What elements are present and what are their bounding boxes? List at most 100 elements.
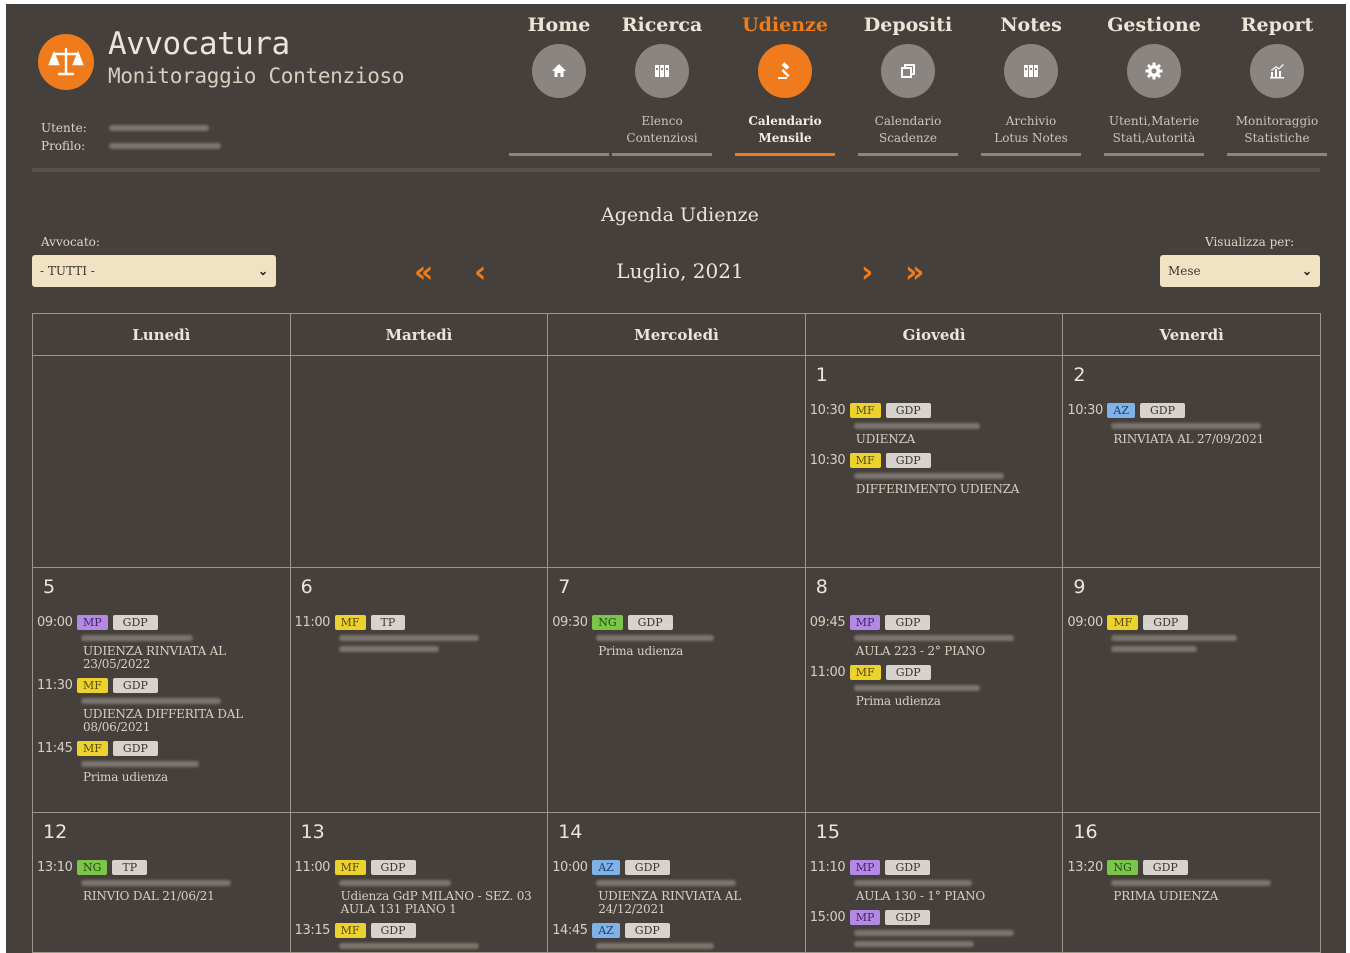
calendar-day[interactable]: 5 09:00 MP GDP UDIENZA RINVIATA AL 23/05/202… — [33, 568, 290, 812]
hearing-event[interactable]: 15:00 MP GDP — [810, 909, 1059, 947]
binders-icon[interactable] — [1004, 44, 1058, 98]
calendar-day[interactable]: 13 11:00 MF GDP Udienza GdP MILANO - SEZ. 03… — [289, 813, 548, 952]
nav-underline — [735, 153, 835, 156]
nav-label: Report — [1240, 14, 1314, 36]
calendar-day[interactable]: 1 10:30 MF GDP UDIENZA 10:30 MF GDP DIFFERIMENTO… — [804, 356, 1063, 567]
day-number: 6 — [300, 576, 313, 598]
nav-sublabel[interactable]: Calendario Mensile — [729, 113, 841, 147]
event-tag-badge: MP — [849, 909, 881, 925]
day-number: 16 — [1073, 821, 1098, 843]
hearing-event[interactable]: 11:30 MF GDP UDIENZA DIFFERITA DAL 08/06/20… — [37, 677, 286, 734]
day-number: 13 — [300, 821, 325, 843]
event-detail-redacted — [338, 646, 439, 652]
hearing-event[interactable]: 11:10 MP GDP AULA 130 - 1° PIANO — [810, 859, 1059, 903]
event-time: 15:00 — [809, 909, 846, 925]
home-icon[interactable] — [532, 44, 586, 98]
event-time: 13:10 — [37, 859, 73, 875]
lawyer-select[interactable]: - TUTTI - ⌄ — [32, 255, 276, 287]
event-party-redacted — [853, 423, 980, 429]
hearing-event[interactable]: 11:00 MF GDP Udienza GdP MILANO - SEZ. 03 A… — [295, 859, 544, 916]
hearing-event[interactable]: 10:00 AZ GDP UDIENZA RINVIATA AL 24/12/2021 — [552, 859, 801, 916]
event-tag-badge: MF — [849, 402, 881, 418]
event-list: 10:30 AZ GDP RINVIATA AL 27/09/2021 — [1067, 402, 1316, 452]
view-select[interactable]: Mese ⌄ — [1160, 255, 1320, 287]
calendar-day[interactable]: 14 10:00 AZ GDP UDIENZA RINVIATA AL 24/12/20… — [547, 813, 805, 952]
next-year-button[interactable]: » — [905, 258, 924, 288]
nav-label: Depositi — [863, 14, 953, 36]
weekday-header: Martedì — [289, 314, 548, 355]
nav-sublabel-line2: Stati,Autorità — [1112, 131, 1196, 145]
nav-label: Gestione — [1107, 14, 1201, 36]
calendar-day[interactable]: 2 10:30 AZ GDP RINVIATA AL 27/09/2021 — [1062, 356, 1320, 567]
event-party-redacted — [81, 635, 193, 641]
hearing-event[interactable]: 13:15 MF GDP — [295, 922, 544, 952]
event-time: 11:30 — [37, 677, 73, 693]
calendar-day[interactable]: 7 09:30 NG GDP Prima udienza — [547, 568, 805, 812]
calendar-day[interactable]: 6 11:00 MF TP — [289, 568, 548, 812]
nav-sublabel[interactable]: Monitoraggio Statistiche — [1221, 113, 1333, 147]
day-number: 12 — [43, 821, 68, 843]
event-detail-redacted — [853, 941, 974, 947]
next-month-button[interactable]: › — [861, 258, 873, 288]
calendar-day[interactable]: 16 13:20 NG GDP PRIMA UDIENZA — [1062, 813, 1320, 952]
prev-month-button[interactable]: ‹ — [474, 258, 486, 288]
day-number: 14 — [558, 821, 583, 843]
copy-icon[interactable] — [881, 44, 935, 98]
event-description: DIFFERIMENTO UDIENZA — [855, 482, 1020, 496]
hearing-event[interactable]: 09:00 MF GDP — [1067, 614, 1316, 652]
event-tag-badge: MP — [849, 614, 881, 630]
event-party-redacted — [338, 635, 479, 641]
event-type-badge: GDP — [885, 859, 931, 875]
weekday-header: Lunedì — [132, 325, 191, 344]
user-name-redacted — [109, 125, 209, 131]
event-party-redacted — [853, 685, 980, 691]
nav-sublabel[interactable]: Elenco Contenziosi — [606, 113, 718, 147]
header-divider — [32, 168, 1320, 172]
event-tag-badge: MF — [334, 922, 366, 938]
nav-sublabel-line1: Elenco — [641, 114, 683, 128]
binders-icon[interactable] — [635, 44, 689, 98]
prev-year-button[interactable]: « — [414, 258, 433, 288]
event-type-badge: GDP — [112, 614, 158, 630]
event-tag-badge: MF — [849, 452, 881, 468]
hearing-event[interactable]: 09:30 NG GDP Prima udienza — [552, 614, 801, 658]
calendar-day[interactable]: 15 11:10 MP GDP AULA 130 - 1° PIANO 15:00 MP GD… — [804, 813, 1063, 952]
nav-sublabel[interactable]: Calendario Scadenze — [852, 113, 964, 147]
hearing-event[interactable]: 14:45 AZ GDP — [552, 922, 801, 952]
nav-sublabel[interactable]: Archivio Lotus Notes — [975, 113, 1087, 147]
hearing-event[interactable]: 11:45 MF GDP Prima udienza — [37, 740, 286, 784]
hearing-event[interactable]: 11:00 MF GDP Prima udienza — [810, 664, 1059, 708]
hearing-event[interactable]: 09:45 MP GDP AULA 223 - 2° PIANO — [810, 614, 1059, 658]
day-number: 1 — [815, 364, 828, 386]
chart-icon[interactable] — [1250, 44, 1304, 98]
event-time: 11:10 — [809, 859, 846, 875]
nav-label: Notes — [1000, 14, 1062, 36]
hearing-event[interactable]: 13:20 NG GDP PRIMA UDIENZA — [1067, 859, 1316, 903]
hearing-event[interactable]: 10:30 MF GDP UDIENZA — [810, 402, 1059, 446]
nav-underline — [858, 153, 958, 156]
hearing-event[interactable]: 10:30 AZ GDP RINVIATA AL 27/09/2021 — [1067, 402, 1316, 446]
event-time: 10:30 — [809, 452, 846, 468]
calendar-day[interactable]: 8 09:45 MP GDP AULA 223 - 2° PIANO 11:00 MF GDP… — [804, 568, 1063, 812]
nav-sublabel[interactable]: Utenti,Materie Stati,Autorità — [1098, 113, 1210, 147]
calendar-day[interactable]: 12 13:10 NG TP RINVIO DAL 21/06/21 — [33, 813, 290, 952]
calendar-day[interactable]: 9 09:00 MF GDP — [1062, 568, 1320, 812]
calendar-body: 1 10:30 MF GDP UDIENZA 10:30 MF GDP DIFFERIMENTO… — [32, 356, 1321, 953]
event-description: AULA 130 - 1° PIANO — [855, 889, 986, 903]
event-party-redacted — [1111, 880, 1272, 886]
event-tag-badge: MP — [77, 614, 108, 630]
scales-logo-icon — [38, 34, 94, 90]
hearing-event[interactable]: 10:30 MF GDP DIFFERIMENTO UDIENZA — [810, 452, 1059, 496]
day-number: 2 — [1073, 364, 1086, 386]
nav-underline — [509, 153, 609, 156]
event-party-redacted — [853, 635, 1014, 641]
hearing-event[interactable]: 11:00 MF TP — [295, 614, 544, 652]
event-time: 11:00 — [294, 614, 331, 630]
hearing-event[interactable]: 09:00 MP GDP UDIENZA RINVIATA AL 23/05/2022 — [37, 614, 286, 671]
event-type-badge: GDP — [112, 740, 158, 756]
gear-icon[interactable] — [1127, 44, 1181, 98]
app-subtitle: Monitoraggio Contenzioso — [108, 64, 405, 88]
gavel-icon[interactable] — [758, 44, 812, 98]
view-select-value: Mese — [1168, 264, 1201, 278]
hearing-event[interactable]: 13:10 NG TP RINVIO DAL 21/06/21 — [37, 859, 286, 903]
